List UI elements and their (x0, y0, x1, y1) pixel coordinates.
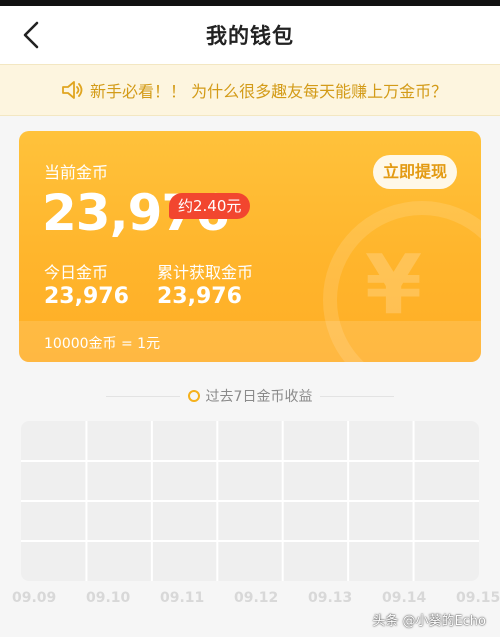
divider (320, 395, 395, 397)
today-coins-value: 23,976 (44, 284, 129, 309)
withdraw-button[interactable]: 立即提现 (372, 155, 457, 189)
chart-x-tick-label: 09.15 (456, 590, 500, 606)
speaker-icon (60, 77, 86, 103)
circle-icon (187, 390, 200, 402)
divider (105, 395, 180, 397)
source-watermark: 头条 @小葵的Echo (372, 614, 486, 629)
chart-x-axis: 09.09 09.10 09.11 09.12 09.13 09.14 09.15 (0, 590, 500, 610)
chevron-left-icon (23, 21, 39, 49)
header: 我的钱包 (0, 6, 500, 64)
today-coins-label: 今日金币 (44, 263, 109, 282)
chart-x-tick-label: 09.11 (160, 590, 205, 606)
notice-text: 新手必看！！ 为什么很多趣友每天能赚上万金币？ (90, 82, 448, 101)
notice-banner[interactable]: 新手必看！！ 为什么很多趣友每天能赚上万金币？ (0, 64, 500, 116)
total-coins-value: 23,976 (157, 284, 242, 309)
approx-value-badge: 约2.40元 (169, 193, 251, 219)
chart-x-tick-label: 09.13 (308, 590, 353, 606)
current-coins-label: 当前金币 (44, 163, 109, 182)
chart-caption: 过去7日金币收益 (0, 384, 500, 408)
chart-x-tick-label: 09.14 (382, 590, 427, 606)
chart-x-tick-label: 09.10 (86, 590, 131, 606)
exchange-rate-text: 10000金币 = 1元 (44, 336, 161, 352)
exchange-rate-bar: 10000金币 = 1元 (19, 321, 481, 362)
back-button[interactable] (14, 18, 48, 52)
page-title: 我的钱包 (206, 24, 294, 48)
total-coins-label: 累计获取金币 (157, 263, 254, 282)
chart-title: 过去7日金币收益 (205, 389, 313, 405)
chart-x-tick-label: 09.12 (234, 590, 279, 606)
wallet-card: ¥ 当前金币 23,976 约2.40元 立即提现 今日金币 23,976 累计… (19, 131, 481, 362)
chart-x-tick-label: 09.09 (12, 590, 57, 606)
earnings-chart (21, 421, 479, 581)
